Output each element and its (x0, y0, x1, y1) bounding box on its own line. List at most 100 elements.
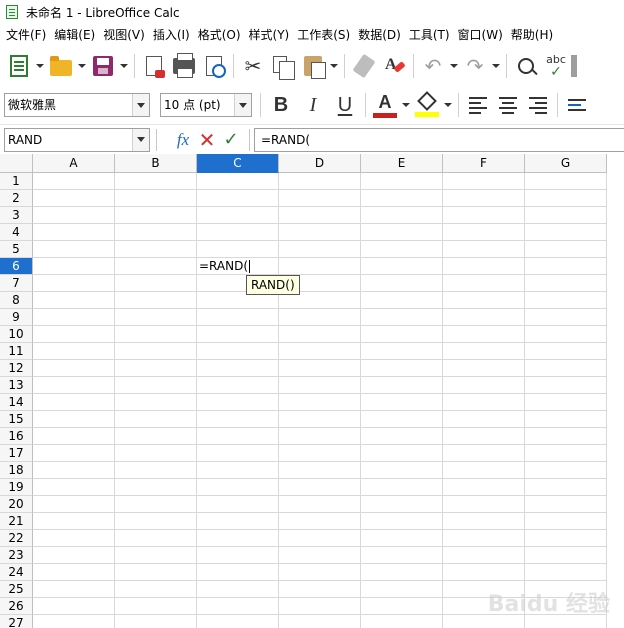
cell[interactable] (279, 428, 361, 445)
row-header-22[interactable]: 22 (0, 530, 33, 547)
row-header-14[interactable]: 14 (0, 394, 33, 411)
font-size-combobox[interactable]: 10 点 (pt) (160, 93, 252, 117)
cell[interactable] (197, 581, 279, 598)
clear-formatting-button[interactable]: A (379, 51, 409, 81)
select-all-corner[interactable] (0, 154, 33, 173)
cell[interactable] (361, 207, 443, 224)
cut-button[interactable]: ✂ (238, 51, 268, 81)
function-wizard-icon[interactable]: fx (171, 130, 195, 150)
row-header-6[interactable]: 6 (0, 258, 33, 275)
undo-dropdown-arrow[interactable] (448, 51, 460, 81)
cell[interactable] (33, 530, 115, 547)
active-cell-content[interactable]: =RAND( (199, 259, 248, 273)
cell[interactable] (115, 598, 197, 615)
cell[interactable] (33, 547, 115, 564)
cell[interactable] (525, 479, 607, 496)
cell[interactable] (33, 360, 115, 377)
cell[interactable] (443, 326, 525, 343)
paste-dropdown-arrow[interactable] (328, 51, 340, 81)
row-header-5[interactable]: 5 (0, 241, 33, 258)
cell[interactable] (115, 258, 197, 275)
cell[interactable] (33, 394, 115, 411)
cell[interactable] (279, 581, 361, 598)
cell[interactable] (279, 190, 361, 207)
cell[interactable] (197, 394, 279, 411)
cell[interactable] (279, 326, 361, 343)
cell[interactable] (525, 326, 607, 343)
cell[interactable] (33, 207, 115, 224)
cell[interactable] (443, 360, 525, 377)
spelling-button[interactable]: abc ✓ (541, 51, 571, 81)
cell[interactable] (33, 598, 115, 615)
cell[interactable] (443, 292, 525, 309)
menu-help[interactable]: 帮助(H) (507, 24, 557, 46)
menu-view[interactable]: 视图(V) (99, 24, 149, 46)
cell[interactable] (443, 462, 525, 479)
undo-button[interactable]: ↶ (418, 51, 448, 81)
cell[interactable] (197, 241, 279, 258)
cell[interactable] (33, 241, 115, 258)
cell[interactable] (33, 173, 115, 190)
font-size-dropdown-icon[interactable] (234, 94, 251, 116)
underline-button[interactable]: U (329, 90, 361, 120)
cell[interactable] (197, 445, 279, 462)
cell[interactable] (525, 360, 607, 377)
cell[interactable] (525, 377, 607, 394)
toolbar-overflow-handle[interactable] (571, 55, 577, 77)
cell[interactable] (361, 360, 443, 377)
cell[interactable] (361, 224, 443, 241)
cell[interactable] (525, 428, 607, 445)
cell[interactable] (279, 241, 361, 258)
cell[interactable] (361, 190, 443, 207)
font-name-dropdown-icon[interactable] (132, 94, 149, 116)
cell[interactable] (115, 394, 197, 411)
row-header-19[interactable]: 19 (0, 479, 33, 496)
cell[interactable] (279, 564, 361, 581)
cell[interactable] (33, 292, 115, 309)
cell[interactable] (525, 343, 607, 360)
cell[interactable] (115, 445, 197, 462)
cell[interactable] (361, 428, 443, 445)
cell[interactable] (361, 309, 443, 326)
row-header-4[interactable]: 4 (0, 224, 33, 241)
cell[interactable] (361, 615, 443, 628)
cell[interactable] (361, 377, 443, 394)
cell[interactable] (525, 496, 607, 513)
cell[interactable] (197, 428, 279, 445)
menu-sheet[interactable]: 工作表(S) (293, 24, 354, 46)
cell[interactable] (279, 343, 361, 360)
wrap-text-button[interactable] (562, 90, 592, 120)
cell[interactable] (361, 241, 443, 258)
cell[interactable] (279, 360, 361, 377)
cell[interactable] (197, 190, 279, 207)
name-box-dropdown-icon[interactable] (132, 128, 149, 151)
column-header-a[interactable]: A (33, 154, 115, 173)
cell[interactable] (279, 547, 361, 564)
row-header-21[interactable]: 21 (0, 513, 33, 530)
cell[interactable] (525, 309, 607, 326)
cell[interactable] (279, 513, 361, 530)
cell[interactable] (279, 598, 361, 615)
cell[interactable] (361, 547, 443, 564)
cell[interactable] (197, 564, 279, 581)
cell[interactable] (197, 207, 279, 224)
cell[interactable] (525, 275, 607, 292)
row-header-25[interactable]: 25 (0, 581, 33, 598)
cell[interactable] (279, 411, 361, 428)
cell[interactable] (115, 479, 197, 496)
redo-button[interactable]: ↷ (460, 51, 490, 81)
cell[interactable] (33, 224, 115, 241)
copy-button[interactable] (268, 51, 298, 81)
cell[interactable] (115, 615, 197, 628)
font-name-value[interactable]: 微软雅黑 (5, 94, 132, 116)
cell[interactable] (115, 411, 197, 428)
cell[interactable] (33, 190, 115, 207)
print-preview-button[interactable] (199, 51, 229, 81)
cell[interactable] (33, 496, 115, 513)
menu-tools[interactable]: 工具(T) (405, 24, 454, 46)
cell[interactable] (33, 258, 115, 275)
cell[interactable] (33, 445, 115, 462)
cell[interactable] (33, 462, 115, 479)
cell[interactable] (361, 275, 443, 292)
clone-formatting-button[interactable] (349, 51, 379, 81)
